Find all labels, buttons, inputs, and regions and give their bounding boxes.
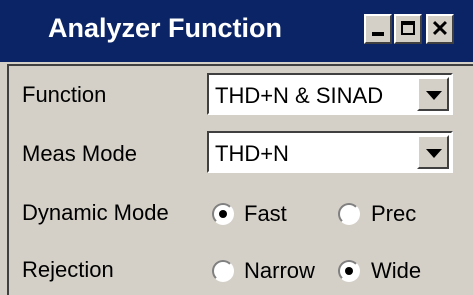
chevron-down-icon bbox=[426, 149, 442, 158]
function-value: THD+N & SINAD bbox=[215, 83, 384, 108]
function-dropdown-button[interactable] bbox=[417, 77, 449, 111]
dynamic-mode-label: Dynamic Mode bbox=[22, 200, 169, 225]
radio-selected-dot bbox=[345, 267, 353, 275]
meas-mode-label: Meas Mode bbox=[22, 141, 137, 166]
function-select[interactable]: THD+N & SINAD bbox=[207, 73, 453, 115]
dynamic-prec-label[interactable]: Prec bbox=[371, 201, 416, 227]
rejection-narrow-radio[interactable] bbox=[212, 260, 234, 282]
meas-mode-select[interactable]: THD+N bbox=[207, 131, 453, 173]
maximize-icon bbox=[401, 21, 415, 35]
dynamic-prec-radio[interactable] bbox=[338, 203, 360, 225]
minimize-icon bbox=[372, 32, 384, 36]
close-icon: ✕ bbox=[430, 16, 450, 41]
dynamic-fast-radio[interactable] bbox=[212, 203, 234, 225]
rejection-label: Rejection bbox=[22, 257, 114, 282]
function-label: Function bbox=[22, 82, 107, 107]
title-bar[interactable]: Analyzer Function ✕ bbox=[0, 0, 473, 62]
analyzer-function-window: Analyzer Function ✕ Function THD+N & SIN… bbox=[0, 0, 473, 295]
close-button[interactable]: ✕ bbox=[426, 14, 454, 44]
minimize-button[interactable] bbox=[364, 14, 392, 44]
meas-mode-value: THD+N bbox=[215, 141, 289, 166]
chevron-down-icon bbox=[426, 91, 442, 100]
maximize-button[interactable] bbox=[394, 14, 422, 44]
rejection-wide-label[interactable]: Wide bbox=[371, 258, 421, 284]
dynamic-fast-label[interactable]: Fast bbox=[244, 201, 287, 227]
window-title: Analyzer Function bbox=[48, 13, 283, 43]
rejection-narrow-label[interactable]: Narrow bbox=[244, 258, 315, 284]
rejection-wide-radio[interactable] bbox=[338, 260, 360, 282]
radio-selected-dot bbox=[219, 210, 227, 218]
meas-mode-dropdown-button[interactable] bbox=[417, 135, 449, 169]
